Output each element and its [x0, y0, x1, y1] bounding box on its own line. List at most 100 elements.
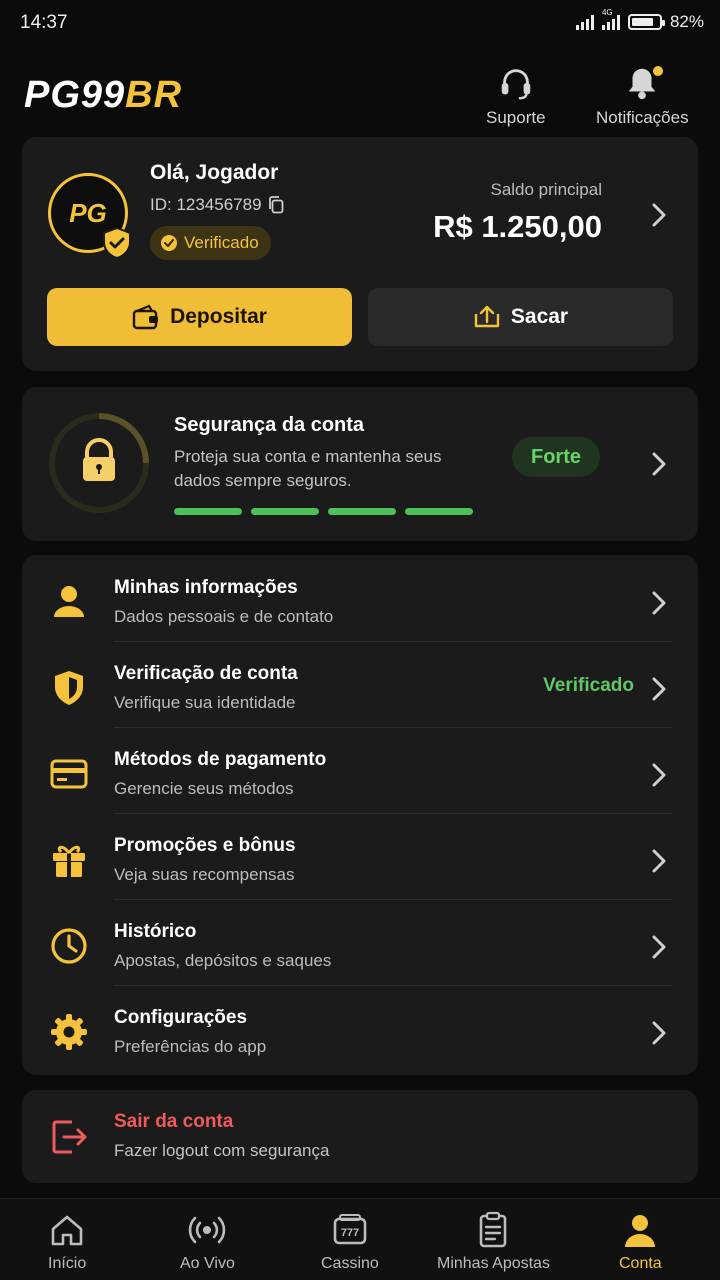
- menu-item-subtitle: Gerencie seus métodos: [114, 779, 294, 798]
- credit-card-icon: [50, 759, 88, 789]
- tab-account[interactable]: Conta: [619, 1211, 662, 1273]
- menu-item-promotions[interactable]: Promoções e bônus Veja suas recompensas: [22, 815, 698, 900]
- notifications-label: Notificações: [596, 108, 689, 127]
- menu-item-title: Minhas informações: [114, 577, 298, 598]
- tab-label: Minhas Apostas: [437, 1255, 550, 1272]
- upload-icon: [474, 305, 500, 328]
- chevron-right-icon: [652, 677, 666, 701]
- notifications-button[interactable]: Notificações: [596, 64, 689, 128]
- logout-subtitle: Fazer logout com segurança: [114, 1141, 330, 1160]
- verified-shield-icon: [103, 227, 131, 259]
- gear-icon: [51, 1014, 87, 1050]
- tab-label: Ao Vivo: [180, 1255, 235, 1272]
- gift-icon: [53, 845, 85, 877]
- withdraw-button[interactable]: Sacar: [368, 288, 673, 346]
- verification-status: Verificado: [543, 675, 634, 696]
- home-icon: [51, 1215, 83, 1246]
- check-circle-icon: [161, 235, 177, 251]
- headset-icon: [501, 69, 531, 100]
- chevron-right-icon: [652, 763, 666, 787]
- divider: [114, 985, 672, 986]
- strength-segment: [174, 508, 242, 515]
- battery-icon: [627, 14, 665, 30]
- menu-item-settings[interactable]: Configurações Preferências do app: [22, 987, 698, 1072]
- menu-item-subtitle: Preferências do app: [114, 1037, 267, 1056]
- status-time: 14:37: [20, 12, 68, 33]
- tab-label: Cassino: [321, 1255, 379, 1272]
- clock-icon: [51, 928, 87, 964]
- support-button[interactable]: Suporte: [486, 64, 546, 128]
- tab-label: Início: [48, 1255, 87, 1272]
- verified-badge: Verificado: [150, 226, 271, 260]
- account-icon: [625, 1215, 656, 1247]
- deposit-button[interactable]: Depositar: [47, 288, 352, 346]
- menu-item-history[interactable]: Histórico Apostas, depósitos e saques: [22, 901, 698, 986]
- live-icon: [189, 1216, 226, 1244]
- divider: [114, 899, 672, 900]
- verified-label: Verificado: [184, 233, 259, 252]
- menu-item-title: Configurações: [114, 1007, 248, 1028]
- logout-title: Sair da conta: [114, 1111, 234, 1132]
- chevron-right-icon[interactable]: [652, 203, 666, 227]
- tab-label: Conta: [619, 1255, 662, 1272]
- security-description: Proteja sua conta e mantenha seus dados …: [174, 447, 442, 490]
- battery-percent: 82%: [669, 12, 704, 31]
- menu-item-title: Promoções e bônus: [114, 835, 296, 856]
- strength-segment: [251, 508, 319, 515]
- strength-segment: [405, 508, 473, 515]
- signal-4g-icon: 4G: [601, 8, 620, 30]
- support-label: Suporte: [486, 108, 546, 127]
- deposit-label: Depositar: [170, 305, 267, 328]
- menu-item-title: Métodos de pagamento: [114, 749, 327, 770]
- divider: [114, 813, 672, 814]
- menu-item-payment-methods[interactable]: Métodos de pagamento Gerencie seus métod…: [22, 729, 698, 814]
- bet-slip-icon: [480, 1211, 507, 1248]
- wallet-icon: [132, 304, 159, 330]
- menu-item-account-verification[interactable]: Verificação de conta Verifique sua ident…: [22, 643, 698, 728]
- menu-item-title: Verificação de conta: [114, 663, 298, 684]
- strength-badge: Forte: [512, 437, 600, 477]
- copy-icon[interactable]: [268, 196, 284, 214]
- logout-icon: [52, 1120, 87, 1154]
- slot-machine-icon: 777: [333, 1214, 367, 1245]
- chevron-right-icon: [652, 849, 666, 873]
- chevron-right-icon: [652, 1021, 666, 1045]
- profile-card: PG Olá, Jogador ID: 123456789 Verificado…: [22, 137, 698, 371]
- menu-item-title: Histórico: [114, 921, 197, 942]
- withdraw-label: Sacar: [510, 305, 569, 328]
- chevron-right-icon[interactable]: [652, 452, 666, 476]
- greeting: Olá, Jogador: [150, 161, 279, 184]
- lock-icon: [83, 438, 115, 481]
- menu-item-subtitle: Apostas, depósitos e saques: [114, 951, 332, 970]
- tab-my-bets[interactable]: Minhas Apostas: [437, 1211, 550, 1273]
- menu-item-subtitle: Dados pessoais e de contato: [114, 607, 334, 626]
- user-icon: [54, 586, 84, 617]
- strength-segment: [328, 508, 396, 515]
- menu-item-subtitle: Verifique sua identidade: [114, 693, 296, 712]
- logout-button[interactable]: Sair da conta Fazer logout com segurança: [22, 1090, 698, 1183]
- status-indicators: 4G 82%: [575, 8, 704, 32]
- security-ring: [49, 413, 149, 513]
- balance-label: Saldo principal: [490, 180, 602, 199]
- status-bar: 14:37 4G 82%: [0, 0, 720, 48]
- menu-item-subtitle: Veja suas recompensas: [114, 865, 295, 884]
- chevron-right-icon: [652, 591, 666, 615]
- security-title: Segurança da conta: [174, 414, 365, 436]
- user-id: ID: 123456789: [150, 195, 284, 215]
- account-security-card[interactable]: Segurança da conta Proteja sua conta e m…: [22, 387, 698, 541]
- menu-item-my-info[interactable]: Minhas informações Dados pessoais e de c…: [22, 557, 698, 642]
- tab-live[interactable]: Ao Vivo: [180, 1211, 235, 1273]
- user-id-text: ID: 123456789: [150, 195, 262, 214]
- tab-home[interactable]: Início: [48, 1211, 86, 1273]
- balance-value: R$ 1.250,00: [433, 209, 602, 244]
- app-header: PG99BR Suporte Notificações: [0, 56, 720, 132]
- signal-icon: [575, 14, 594, 30]
- chevron-right-icon: [652, 935, 666, 959]
- shield-icon: [55, 671, 83, 705]
- divider: [114, 641, 672, 642]
- brand-logo[interactable]: PG99BR: [24, 74, 182, 117]
- bottom-tab-bar: Início Ao Vivo 777 Cassino Minhas Aposta…: [0, 1198, 720, 1280]
- security-strength-bar: [174, 508, 473, 515]
- tab-casino[interactable]: 777 Cassino: [321, 1211, 379, 1273]
- account-menu: Minhas informações Dados pessoais e de c…: [22, 555, 698, 1075]
